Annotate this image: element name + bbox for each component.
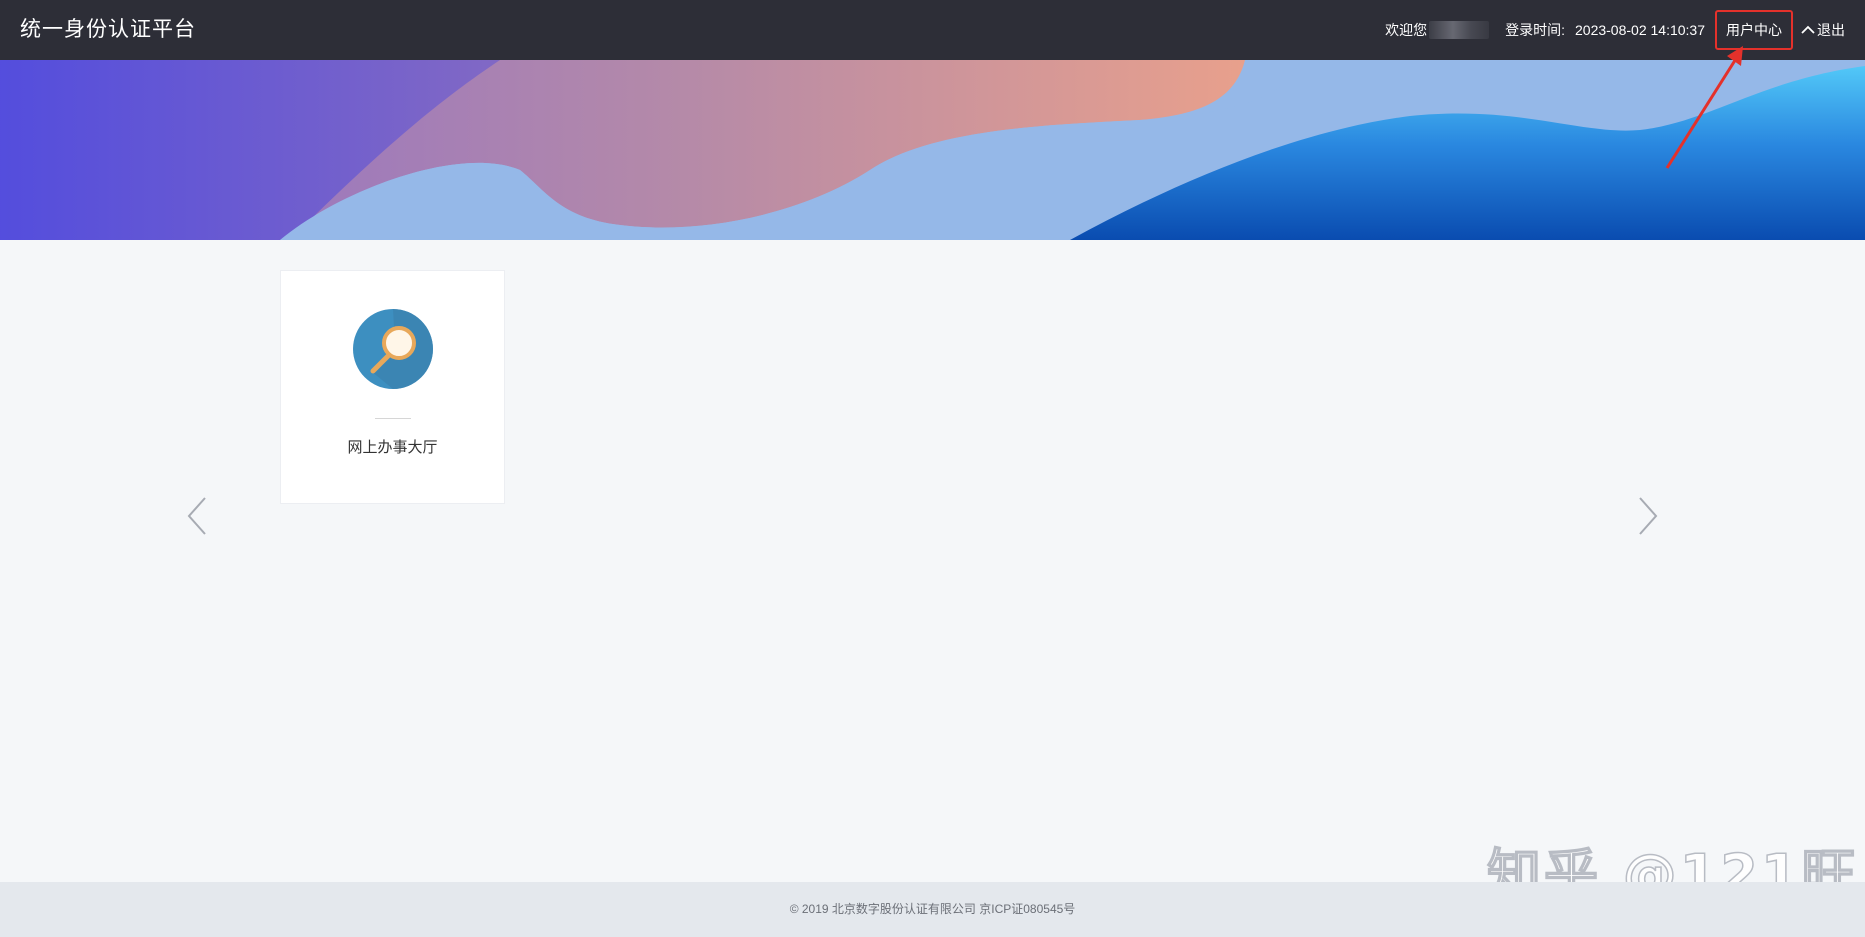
chevron-up-icon [1801, 25, 1815, 34]
login-time-label: 登录时间: [1505, 22, 1565, 38]
card-divider [375, 418, 411, 419]
login-time-value: 2023-08-02 14:10:37 [1575, 22, 1705, 38]
hero-banner [0, 60, 1865, 240]
footer-copyright: © 2019 北京数字股份认证有限公司 京ICP证080545号 [789, 902, 1076, 916]
app-grid-area: 网上办事大厅 [0, 240, 1865, 882]
chevron-right-icon[interactable] [1634, 494, 1662, 538]
welcome-label: 欢迎您 [1385, 22, 1428, 38]
user-status-area: 欢迎您 登录时间: 2023-08-02 14:10:37 用户中心 退出 [1385, 0, 1865, 60]
platform-title: 统一身份认证平台 [20, 18, 196, 41]
chevron-left-icon[interactable] [183, 494, 211, 538]
top-navbar: 统一身份认证平台 欢迎您 登录时间: 2023-08-02 14:10:37 用… [0, 0, 1865, 60]
logout-button[interactable]: 退出 [1801, 20, 1845, 40]
welcome-message: 欢迎您 [1385, 20, 1490, 40]
annotation-arrow [1665, 46, 1743, 169]
magnifier-icon [353, 309, 433, 389]
footer: © 2019 北京数字股份认证有限公司 京ICP证080545号 [0, 882, 1865, 937]
logout-label: 退出 [1817, 22, 1845, 38]
app-card-online-service-hall[interactable]: 网上办事大厅 [280, 270, 505, 504]
blurred-username [1429, 21, 1490, 39]
banner-wave-graphic [0, 60, 1865, 240]
app-card-label: 网上办事大厅 [347, 439, 438, 456]
